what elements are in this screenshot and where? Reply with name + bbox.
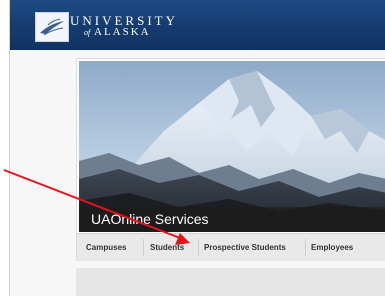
raven-icon — [40, 18, 64, 36]
banner-title: UAOnline Services — [91, 211, 209, 227]
logo-of-text: of — [84, 28, 91, 37]
services-card: UAOnline Services Campuses Students Pros… — [76, 58, 385, 261]
header-bar: UNIVERSITY of ALASKA — [10, 0, 385, 50]
tab-separator — [198, 239, 199, 256]
logo-alaska-text: ALASKA — [94, 26, 151, 38]
university-logo[interactable] — [35, 12, 69, 42]
tab-bar: Campuses Students Prospective Students E… — [77, 233, 385, 261]
hero-image: UAOnline Services — [79, 61, 385, 232]
tab-prospective-students[interactable]: Prospective Students — [204, 234, 286, 261]
tab-separator — [143, 239, 144, 256]
tab-separator — [305, 239, 306, 256]
page-frame: UNIVERSITY of ALASKA UAOnline Services C… — [9, 0, 385, 296]
tab-employees[interactable]: Employees — [311, 234, 353, 261]
tab-campuses[interactable]: Campuses — [86, 234, 126, 261]
content-panel — [76, 268, 385, 296]
hero-banner: UAOnline Services — [79, 207, 385, 232]
tab-students[interactable]: Students — [150, 234, 184, 261]
